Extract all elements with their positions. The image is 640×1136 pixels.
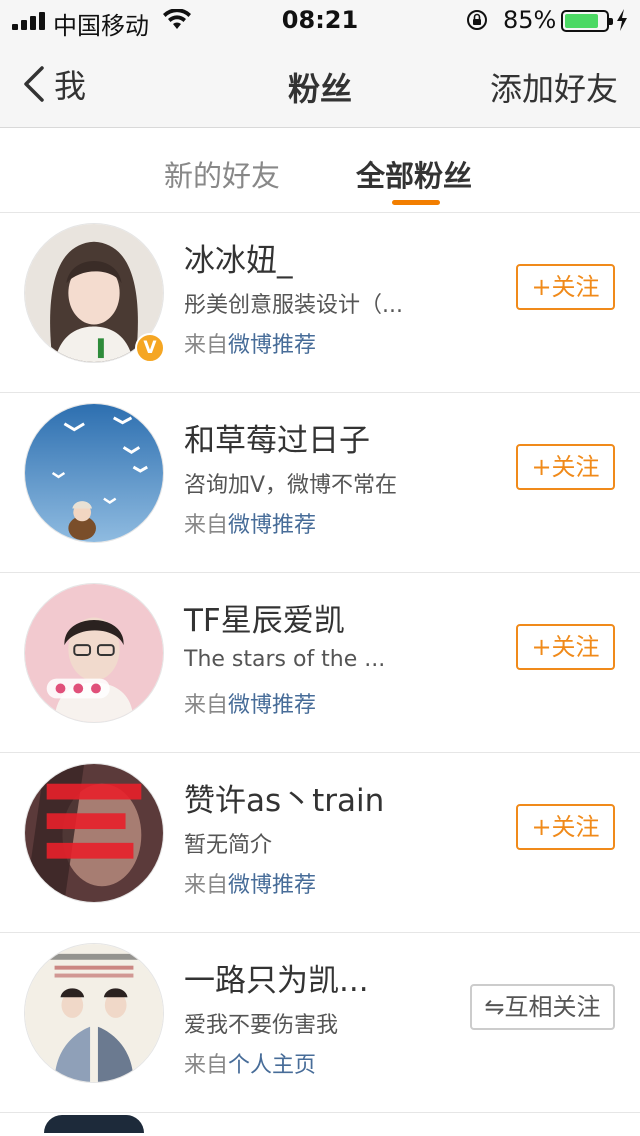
source-prefix: 来自 xyxy=(184,1053,229,1078)
avatar[interactable] xyxy=(24,763,164,903)
fan-name[interactable]: 一路只为凯... xyxy=(184,955,369,1000)
battery-percent: 85% xyxy=(503,6,557,34)
source-link[interactable]: 微博推荐 xyxy=(228,873,316,898)
boy-portrait-icon xyxy=(25,584,163,722)
active-tab-indicator xyxy=(392,200,440,205)
source-prefix: 来自 xyxy=(184,693,229,718)
fan-name[interactable]: 和草莓过日子 xyxy=(184,415,370,460)
tfboys-poster-icon xyxy=(25,944,163,1082)
follow-button[interactable]: +关注 xyxy=(516,804,615,850)
red-text-face-icon xyxy=(25,764,163,902)
battery-nub xyxy=(609,18,613,25)
fan-bio: 暂无简介 xyxy=(184,833,273,858)
follow-button[interactable]: +关注 xyxy=(516,624,615,670)
fan-bio: 彤美创意服装设计（... xyxy=(184,293,403,318)
fan-source: 来自微博推荐 xyxy=(184,867,316,899)
fan-source: 来自微博推荐 xyxy=(184,687,316,719)
list-item[interactable]: 赞许as丶train 暂无简介 来自微博推荐 +关注 xyxy=(0,753,640,933)
tab-new-friends[interactable]: 新的好友 xyxy=(164,153,280,195)
status-bar: 中国移动 08:21 85% xyxy=(0,0,640,40)
list-item[interactable]: TF星辰爱凯 The stars of the ... 来自微博推荐 +关注 xyxy=(0,573,640,753)
verified-badge-icon: V xyxy=(135,333,165,363)
fan-bio: 咨询加V，微博不常在 xyxy=(184,473,398,498)
seagulls-sky-icon xyxy=(25,404,163,542)
avatar[interactable] xyxy=(24,943,164,1083)
follow-button[interactable]: +关注 xyxy=(516,264,615,310)
source-prefix: 来自 xyxy=(184,333,229,358)
back-label: 我 xyxy=(54,67,87,105)
fan-list: V 冰冰妞_ 彤美创意服装设计（... 来自微博推荐 +关注 和草莓过日子 咨询… xyxy=(0,213,640,1133)
list-item[interactable]: 一路只为凯... 爱我不要伤害我 来自个人主页 ⇋互相关注 xyxy=(0,933,640,1113)
battery-icon xyxy=(561,10,613,32)
fan-source: 来自微博推荐 xyxy=(184,507,316,539)
navigation-bar: 我 粉丝 添加好友 xyxy=(0,40,640,128)
fan-name[interactable]: TF星辰爱凯 xyxy=(184,595,345,640)
source-prefix: 来自 xyxy=(184,513,229,538)
mutual-follow-button[interactable]: ⇋互相关注 xyxy=(470,984,615,1030)
fan-name[interactable]: 冰冰妞_ xyxy=(184,235,293,280)
fan-bio: The stars of the ... xyxy=(184,647,386,672)
back-button[interactable]: 我 xyxy=(22,62,86,106)
list-item[interactable] xyxy=(0,1113,640,1133)
list-item[interactable]: 和草莓过日子 咨询加V，微博不常在 来自微博推荐 +关注 xyxy=(0,393,640,573)
avatar[interactable] xyxy=(24,583,164,723)
orientation-lock-icon xyxy=(467,10,487,30)
avatar[interactable] xyxy=(44,1115,144,1133)
fan-bio: 爱我不要伤害我 xyxy=(184,1013,339,1038)
charging-icon xyxy=(617,9,627,31)
source-link[interactable]: 微博推荐 xyxy=(228,333,316,358)
chevron-left-icon xyxy=(24,66,44,102)
tab-bar: 新的好友 全部粉丝 xyxy=(0,129,640,213)
battery-fill xyxy=(565,14,599,28)
fan-name[interactable]: 赞许as丶train xyxy=(184,775,384,820)
tab-all-fans[interactable]: 全部粉丝 xyxy=(356,153,472,195)
fan-source: 来自微博推荐 xyxy=(184,327,316,359)
follow-button[interactable]: +关注 xyxy=(516,444,615,490)
source-prefix: 来自 xyxy=(184,873,229,898)
source-link[interactable]: 微博推荐 xyxy=(228,513,316,538)
fan-source: 来自个人主页 xyxy=(184,1047,316,1079)
source-link[interactable]: 个人主页 xyxy=(228,1053,316,1078)
add-friend-button[interactable]: 添加好友 xyxy=(490,64,618,110)
avatar[interactable] xyxy=(24,403,164,543)
list-item[interactable]: V 冰冰妞_ 彤美创意服装设计（... 来自微博推荐 +关注 xyxy=(0,213,640,393)
source-link[interactable]: 微博推荐 xyxy=(228,693,316,718)
